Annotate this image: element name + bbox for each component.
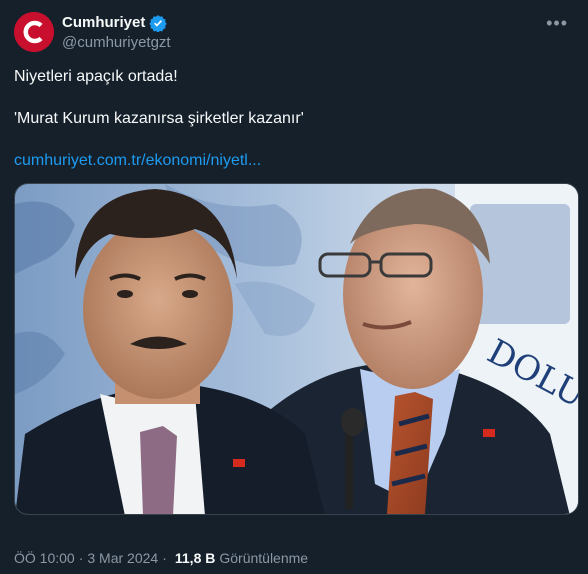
verified-badge-icon (149, 14, 168, 32)
tweet-text: Niyetleri apaçık ortada! 'Murat Kurum ka… (14, 66, 574, 171)
more-options-icon[interactable]: ••• (546, 14, 568, 32)
tweet-line-1: Niyetleri apaçık ortada! (14, 68, 178, 85)
avatar[interactable] (14, 12, 54, 52)
tweet-time[interactable]: ÖÖ 10:00 (14, 550, 75, 566)
tweet-media-photo[interactable]: DOLU (14, 183, 579, 515)
tweet-meta: ÖÖ 10:00 · 3 Mar 2024 · 11,8 B Görüntüle… (14, 550, 308, 566)
handle[interactable]: @cumhuriyetgzt (62, 34, 171, 51)
views-count: 11,8 B (174, 550, 216, 566)
tweet-line-2: 'Murat Kurum kazanırsa şirketler kazanır… (14, 110, 304, 127)
display-row: Cumhuriyet (62, 14, 171, 32)
tweet-header: Cumhuriyet @cumhuriyetgzt (14, 12, 574, 52)
tweet-card: Cumhuriyet @cumhuriyetgzt ••• Niyetleri … (0, 0, 588, 574)
tweet-date[interactable]: 3 Mar 2024 (87, 550, 158, 566)
tweet-link[interactable]: cumhuriyet.com.tr/ekonomi/niyetl... (14, 150, 574, 171)
display-name[interactable]: Cumhuriyet (62, 14, 145, 31)
views-label: Görüntülenme (219, 550, 309, 566)
photo-two-men: DOLU (15, 184, 578, 514)
user-names: Cumhuriyet @cumhuriyetgzt (62, 14, 171, 51)
separator-dot: · (162, 550, 167, 566)
separator-dot: · (78, 550, 84, 566)
cumhuriyet-logo-icon (14, 12, 54, 52)
